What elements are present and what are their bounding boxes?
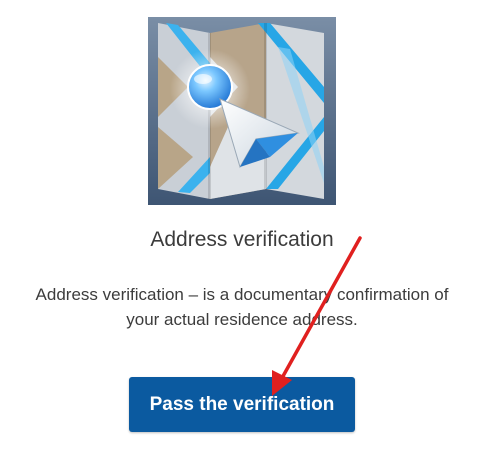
- map-navigation-icon: [148, 17, 336, 205]
- page-title: Address verification: [150, 228, 334, 251]
- pass-verification-button[interactable]: Pass the verification: [129, 377, 355, 432]
- description-line-1: Address verification – is a documentary …: [35, 285, 449, 304]
- verification-description: Address verification – is a documentary …: [10, 282, 474, 332]
- address-verification-card: Address verification Address verificatio…: [0, 0, 490, 460]
- description-line-2: your actual residence address.: [126, 310, 358, 329]
